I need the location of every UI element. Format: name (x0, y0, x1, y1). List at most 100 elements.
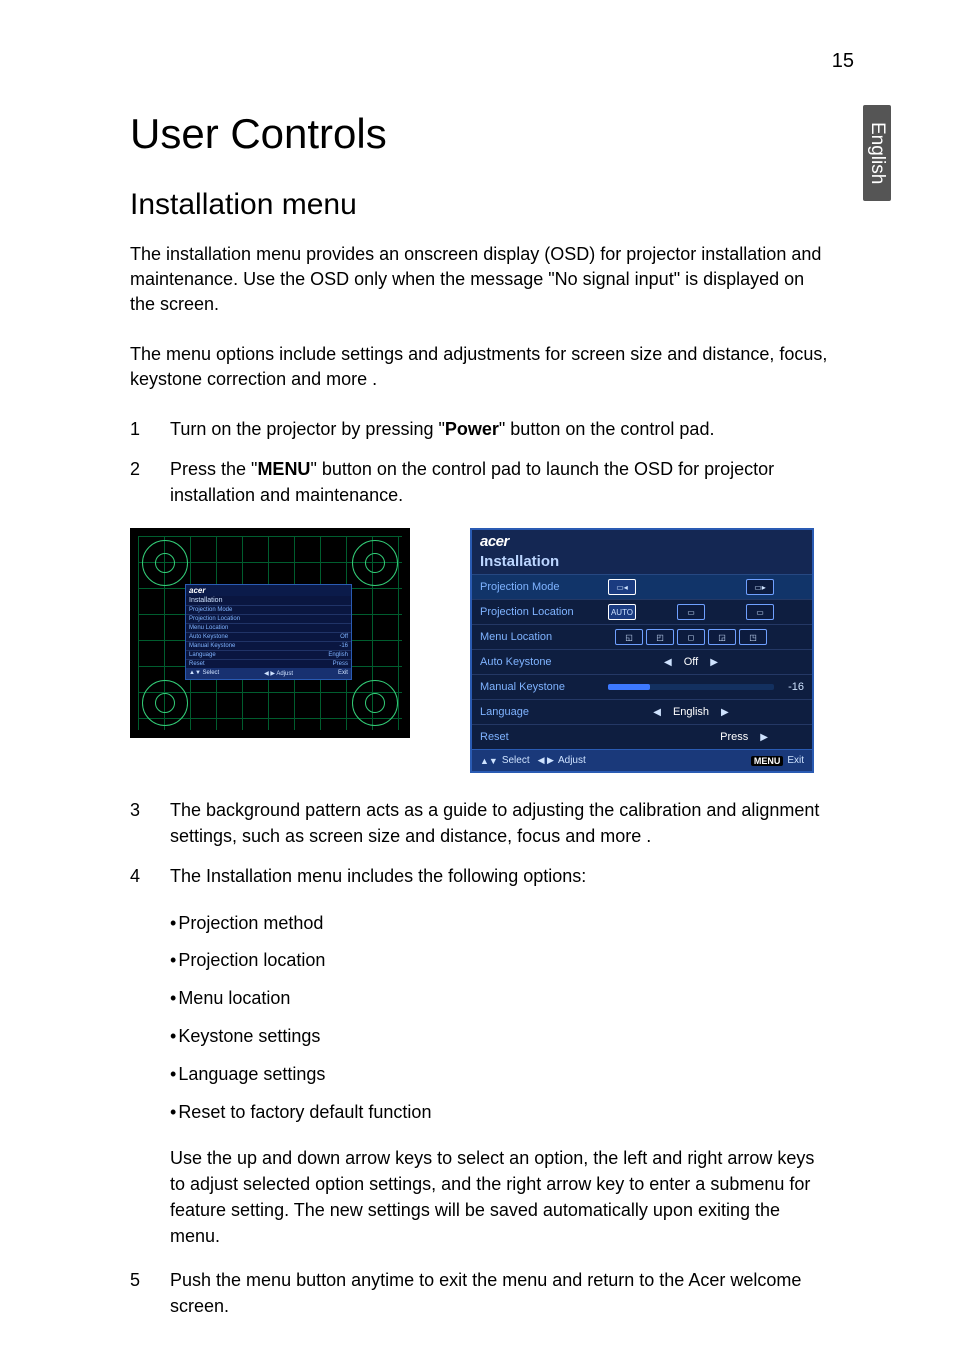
intro-paragraph: The installation menu provides an onscre… (130, 242, 830, 318)
mini-osd-row: Manual Keystone-16 (186, 641, 351, 650)
options-bullet-list: Projection method Projection location Me… (170, 910, 874, 1127)
step-number: 1 (130, 416, 170, 442)
osd-row-label: Manual Keystone (480, 681, 608, 693)
osd-row-projection-location[interactable]: Projection Location AUTO ▭ ▭ (472, 599, 812, 624)
bullet-item: Language settings (170, 1061, 874, 1089)
osd-row-value: ◀ English ▶ (608, 706, 774, 718)
up-down-arrow-icon: ▲▼ (480, 756, 498, 766)
mini-osd-footer: ▲▼ Select ◀ ▶ Adjust Exit (186, 668, 351, 679)
osd-row-auto-keystone[interactable]: Auto Keystone ◀ Off ▶ (472, 649, 812, 674)
projection-mode-front-icon[interactable]: ▭◂ (608, 579, 636, 595)
osd-footer-label: Select (502, 755, 530, 766)
osd-footer: ▲▼ Select ◀ ▶ Adjust MENU Exit (472, 749, 812, 771)
osd-row-value: AUTO ▭ ▭ (608, 604, 774, 620)
osd-row-value: Press ▶ (608, 731, 774, 743)
bullet-item: Keystone settings (170, 1023, 874, 1051)
osd-footer-label: Exit (787, 755, 804, 766)
osd-rows: Projection Mode ▭◂ ▭▸ Projection Locatio… (472, 574, 812, 749)
osd-footer-exit: MENU Exit (751, 755, 804, 766)
projection-mode-rear-icon[interactable]: ▭▸ (746, 579, 774, 595)
osd-value-text: -16 (774, 681, 804, 693)
projection-location-ceiling-icon[interactable]: ▭ (746, 604, 774, 620)
menu-location-option-icon[interactable]: ◻ (677, 629, 705, 645)
osd-row-manual-keystone[interactable]: Manual Keystone -16 (472, 674, 812, 699)
osd-footer-select: ▲▼ Select (480, 755, 530, 766)
menu-location-option-icon[interactable]: ◲ (708, 629, 736, 645)
osd-row-label: Projection Location (480, 606, 608, 618)
step-4: 4 The Installation menu includes the fol… (130, 863, 830, 889)
osd-row-value: ▭◂ ▭▸ (608, 579, 774, 595)
menu-location-option-icon[interactable]: ◰ (646, 629, 674, 645)
osd-footer-label: Adjust (558, 755, 586, 766)
mini-osd-title: Installation (186, 596, 351, 605)
step-text-bold: Power (445, 419, 499, 439)
step-text-bold: MENU (257, 459, 310, 479)
step-number: 2 (130, 456, 170, 508)
calibration-pattern-figure: acer Installation Projection Mode Projec… (130, 528, 410, 738)
step-text: Turn on the projector by pressing "Power… (170, 416, 830, 442)
bullet-item: Projection location (170, 947, 874, 975)
mini-osd-row: ResetPress (186, 659, 351, 668)
page-title: User Controls (130, 110, 874, 158)
left-arrow-icon[interactable]: ◀ (647, 707, 667, 718)
mini-osd-row: Projection Mode (186, 605, 351, 614)
projection-location-auto-icon[interactable]: AUTO (608, 604, 636, 620)
osd-value-text: English (673, 706, 709, 718)
figures-row: acer Installation Projection Mode Projec… (130, 528, 874, 773)
menu-location-option-icon[interactable]: ◱ (615, 629, 643, 645)
mini-osd-row: LanguageEnglish (186, 650, 351, 659)
osd-row-value: ◀ Off ▶ (608, 656, 774, 668)
menu-location-option-icon[interactable]: ◳ (739, 629, 767, 645)
osd-row-language[interactable]: Language ◀ English ▶ (472, 699, 812, 724)
calibration-mini-osd: acer Installation Projection Mode Projec… (185, 584, 352, 680)
osd-row-menu-location[interactable]: Menu Location ◱ ◰ ◻ ◲ ◳ (472, 624, 812, 649)
osd-row-label: Projection Mode (480, 581, 608, 593)
step-text: Press the "MENU" button on the control p… (170, 456, 830, 508)
osd-row-projection-mode[interactable]: Projection Mode ▭◂ ▭▸ (472, 574, 812, 599)
step-2: 2 Press the "MENU" button on the control… (130, 456, 830, 508)
osd-installation-menu: acer Installation Projection Mode ▭◂ ▭▸ … (470, 528, 814, 773)
page-number: 15 (832, 50, 854, 73)
menu-badge-icon: MENU (751, 756, 784, 766)
osd-footer-adjust: ◀ ▶ Adjust (538, 755, 586, 766)
osd-row-label: Auto Keystone (480, 656, 608, 668)
step-text: The background pattern acts as a guide t… (170, 797, 830, 849)
osd-value-text: Press (720, 731, 748, 743)
right-arrow-icon[interactable]: ▶ (715, 707, 735, 718)
section-title: Installation menu (130, 188, 874, 222)
keystone-slider[interactable] (608, 684, 774, 690)
navigation-instructions: Use the up and down arrow keys to select… (170, 1145, 830, 1249)
mini-osd-row: Projection Location (186, 614, 351, 623)
right-arrow-icon[interactable]: ▶ (704, 657, 724, 668)
page: 15 English User Controls Installation me… (0, 0, 954, 1369)
osd-row-value (608, 684, 774, 690)
right-arrow-icon[interactable]: ▶ (754, 732, 774, 743)
step-number: 3 (130, 797, 170, 849)
step-text-pre: Press the " (170, 459, 257, 479)
left-arrow-icon[interactable]: ◀ (658, 657, 678, 668)
calibration-circle-icon (142, 680, 188, 726)
steps-list-final: 5 Push the menu button anytime to exit t… (130, 1267, 830, 1319)
acer-logo: acer (480, 533, 509, 550)
step-text-post: " button on the control pad. (499, 419, 715, 439)
step-text: Push the menu button anytime to exit the… (170, 1267, 830, 1319)
calibration-circle-icon (142, 540, 188, 586)
steps-list: 1 Turn on the projector by pressing "Pow… (130, 416, 830, 508)
step-3: 3 The background pattern acts as a guide… (130, 797, 830, 849)
step-number: 4 (130, 863, 170, 889)
calibration-circle-icon (352, 680, 398, 726)
step-text-pre: Turn on the projector by pressing " (170, 419, 445, 439)
osd-title: Installation (472, 551, 812, 574)
bullet-item: Reset to factory default function (170, 1099, 874, 1127)
osd-brand: acer (472, 530, 812, 551)
bullet-item: Menu location (170, 985, 874, 1013)
mini-osd-row: Menu Location (186, 623, 351, 632)
language-tab: English (863, 105, 891, 201)
osd-row-reset[interactable]: Reset Press ▶ (472, 724, 812, 749)
mini-osd-brand: acer (186, 585, 351, 596)
osd-row-label: Language (480, 706, 608, 718)
step-text: The Installation menu includes the follo… (170, 863, 830, 889)
step-1: 1 Turn on the projector by pressing "Pow… (130, 416, 830, 442)
lead-paragraph: The menu options include settings and ad… (130, 342, 830, 392)
projection-location-desktop-icon[interactable]: ▭ (677, 604, 705, 620)
